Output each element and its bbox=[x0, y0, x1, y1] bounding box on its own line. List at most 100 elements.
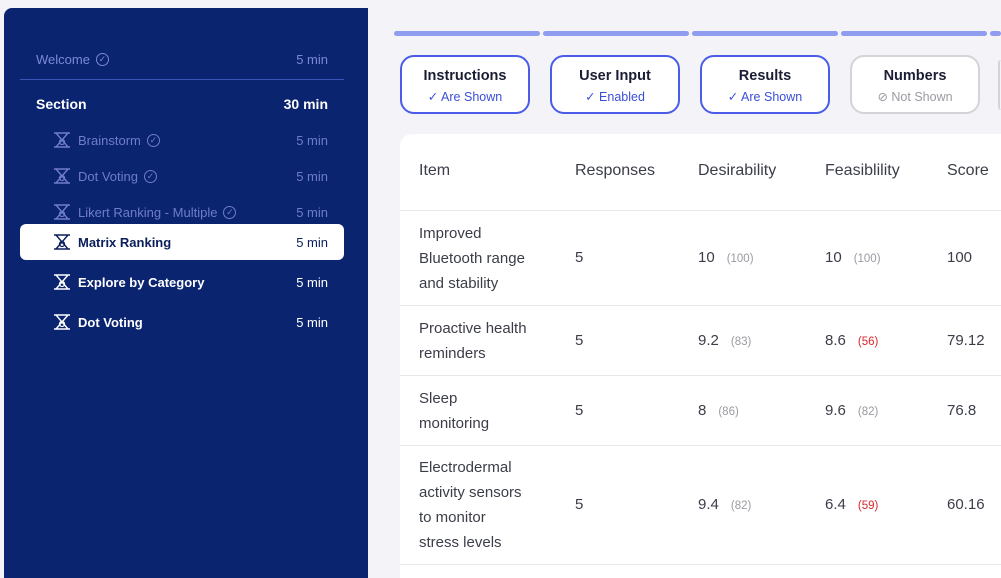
agenda-sidebar: Welcome ✓ 5 min Section 30 min Brainstor… bbox=[4, 8, 368, 578]
section-time: 30 min bbox=[283, 96, 328, 112]
feasibility-cell: 6.4 (59) bbox=[825, 492, 878, 519]
item-line: activity sensors bbox=[419, 484, 522, 501]
item-line: stress levels bbox=[419, 534, 502, 551]
responses-cell: 5 bbox=[575, 402, 584, 419]
toggle-title: User Input bbox=[579, 68, 651, 84]
sidebar-item-matrix-ranking[interactable]: Matrix Ranking 5 min bbox=[20, 224, 344, 260]
feasibility-subscore: (82) bbox=[857, 406, 879, 418]
sidebar-item-label: Explore by Category bbox=[78, 274, 205, 290]
row-divider bbox=[400, 305, 1001, 306]
user-input-toggle[interactable]: User Input ✓ Enabled bbox=[550, 55, 680, 114]
row-divider bbox=[400, 445, 1001, 446]
sidebar-item-label: Likert Ranking - Multiple bbox=[78, 204, 218, 220]
feasibility-cell: 8.6 (56) bbox=[825, 328, 878, 355]
desirability-value: 9.2 bbox=[698, 332, 719, 349]
welcome-time: 5 min bbox=[296, 51, 328, 67]
feasibility-subscore: (100) bbox=[853, 253, 881, 265]
sidebar-item-brainstorm[interactable]: Brainstorm ✓ 5 min bbox=[20, 123, 344, 157]
column-header-responses: Responses bbox=[575, 162, 656, 179]
sidebar-item-label: Dot Voting bbox=[78, 168, 138, 184]
item-line: Sleep bbox=[419, 390, 458, 407]
score-cell: 60.16 bbox=[947, 496, 985, 513]
desirability-subscore: (100) bbox=[726, 253, 754, 265]
score-cell: 79.12 bbox=[947, 332, 985, 349]
numbers-toggle[interactable]: Numbers ⊘ Not Shown bbox=[850, 55, 980, 114]
sidebar-item-time: 5 min bbox=[296, 314, 328, 330]
toggle-status: ✓ Are Shown bbox=[427, 90, 503, 104]
desirability-subscore: (83) bbox=[730, 336, 752, 348]
toggle-status: ✓ Are Shown bbox=[727, 90, 803, 104]
feasibility-cell: 10 (100) bbox=[825, 245, 881, 272]
sidebar-item-label: Dot Voting bbox=[78, 314, 143, 330]
feasibility-value: 10 bbox=[825, 249, 842, 266]
sidebar-item-label: Brainstorm bbox=[78, 132, 141, 148]
desirability-value: 9.4 bbox=[698, 496, 719, 513]
matrix-activity-icon bbox=[54, 168, 70, 184]
toggle-title: Results bbox=[738, 68, 792, 84]
responses-cell: 5 bbox=[575, 496, 584, 513]
item-cell: Electrodermal activity sensors to monito… bbox=[419, 455, 559, 555]
responses-cell: 5 bbox=[575, 332, 584, 349]
sidebar-item-time: 5 min bbox=[296, 168, 328, 184]
item-line: Improved bbox=[419, 225, 482, 242]
progress-segment bbox=[394, 31, 540, 36]
progress-segment bbox=[990, 31, 1001, 36]
sidebar-item-time: 5 min bbox=[296, 132, 328, 148]
item-cell: Improved Bluetooth range and stability bbox=[419, 221, 559, 296]
desirability-value: 8 bbox=[698, 402, 707, 419]
score-cell: 76.8 bbox=[947, 402, 977, 419]
results-table: Item Responses Desirability Feasiblility… bbox=[400, 134, 1001, 578]
desirability-subscore: (82) bbox=[730, 500, 752, 512]
desirability-cell: 9.4 (82) bbox=[698, 492, 751, 519]
welcome-label: Welcome bbox=[36, 51, 90, 67]
item-line: to monitor bbox=[419, 509, 486, 526]
desirability-cell: 9.2 (83) bbox=[698, 328, 751, 355]
sidebar-item-label: Matrix Ranking bbox=[78, 234, 172, 250]
toggle-status: ⊘ Not Shown bbox=[877, 90, 953, 104]
feasibility-value: 6.4 bbox=[825, 496, 846, 513]
progress-segment bbox=[692, 31, 838, 36]
responses-cell: 5 bbox=[575, 249, 584, 266]
matrix-activity-icon bbox=[54, 274, 70, 290]
item-line: Electrodermal bbox=[419, 459, 512, 476]
sidebar-item-welcome[interactable]: Welcome ✓ 5 min bbox=[20, 42, 344, 76]
score-cell: 100 bbox=[947, 249, 973, 266]
check-circle-icon: ✓ bbox=[95, 52, 109, 66]
app-root: Welcome ✓ 5 min Section 30 min Brainstor… bbox=[0, 0, 1001, 578]
check-circle-icon: ✓ bbox=[223, 205, 237, 219]
sidebar-divider bbox=[20, 79, 344, 80]
desirability-cell: 10 (100) bbox=[698, 245, 754, 272]
instructions-toggle[interactable]: Instructions ✓ Are Shown bbox=[400, 55, 530, 114]
sidebar-section-header[interactable]: Section 30 min bbox=[20, 87, 344, 121]
check-circle-icon: ✓ bbox=[146, 133, 160, 147]
results-toggle[interactable]: Results ✓ Are Shown bbox=[700, 55, 830, 114]
desirability-subscore: (86) bbox=[718, 406, 739, 418]
feasibility-subscore: (56) bbox=[857, 336, 879, 348]
sidebar-item-dot-voting[interactable]: Dot Voting ✓ 5 min bbox=[20, 159, 344, 193]
row-divider bbox=[400, 375, 1001, 376]
sidebar-item-dot-voting-2[interactable]: Dot Voting 5 min bbox=[20, 305, 344, 339]
sidebar-item-time: 5 min bbox=[296, 204, 328, 220]
row-divider bbox=[400, 210, 1001, 211]
feasibility-value: 8.6 bbox=[825, 332, 846, 349]
feasibility-value: 9.6 bbox=[825, 402, 846, 419]
desirability-value: 10 bbox=[698, 249, 715, 266]
toggle-title: Instructions bbox=[423, 68, 507, 84]
matrix-activity-icon bbox=[54, 204, 70, 220]
item-line: Bluetooth range bbox=[419, 250, 525, 267]
column-header-item: Item bbox=[419, 162, 451, 179]
item-line: monitoring bbox=[419, 415, 490, 432]
matrix-activity-icon bbox=[54, 132, 70, 148]
item-cell: Proactive health reminders bbox=[419, 316, 559, 366]
sidebar-item-explore-by-category[interactable]: Explore by Category 5 min bbox=[20, 265, 344, 299]
feasibility-subscore: (59) bbox=[857, 500, 879, 512]
feasibility-cell: 9.6 (82) bbox=[825, 398, 878, 425]
column-header-feasibility: Feasiblility bbox=[825, 162, 900, 179]
matrix-activity-icon bbox=[54, 234, 70, 250]
toggle-title: Numbers bbox=[883, 68, 947, 84]
sidebar-item-time: 5 min bbox=[296, 274, 328, 290]
sidebar-item-time: 5 min bbox=[296, 234, 328, 250]
row-divider bbox=[400, 564, 1001, 565]
toggle-status: ✓ Enabled bbox=[585, 90, 645, 104]
item-cell: Sleep monitoring bbox=[419, 386, 559, 436]
